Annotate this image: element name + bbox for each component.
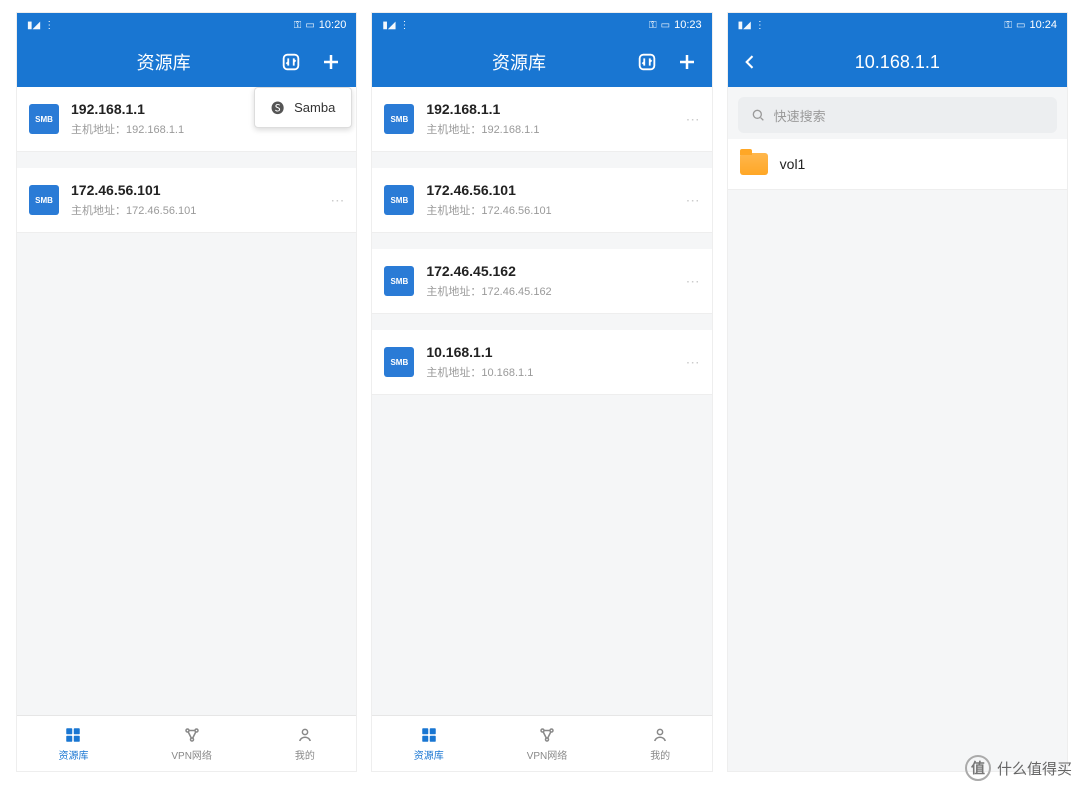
key-icon: ⚿ [649, 20, 657, 31]
watermark-text: 什么值得买 [997, 758, 1072, 779]
server-row[interactable]: SMB 10.168.1.1 主机地址：10.168.1.1 ⋯ [372, 330, 711, 395]
signal-icon: ▮◢ [27, 20, 40, 31]
folder-row[interactable]: vol1 [728, 139, 1067, 190]
content-area: SMB 192.168.1.1 主机地址：192.168.1.1 ⋯ SMB 1… [372, 87, 711, 715]
status-time: 10:20 [319, 19, 347, 31]
more-icon[interactable]: ⋯ [330, 192, 344, 209]
folder-icon [740, 153, 768, 175]
smb-icon: SMB [384, 266, 414, 296]
page-title: 资源库 [408, 49, 629, 75]
app-bar: 10.168.1.1 [728, 37, 1067, 87]
watermark-badge: 值 [965, 755, 991, 781]
add-menu-samba[interactable]: 🅢 Samba [254, 87, 352, 128]
page-title: 10.168.1.1 [764, 52, 1031, 73]
wifi-icon: ⋮ [400, 20, 410, 31]
tab-label: 我的 [295, 747, 315, 762]
server-name: 172.46.56.101 [426, 182, 673, 198]
server-subtitle: 主机地址：172.46.45.162 [426, 283, 673, 299]
search-placeholder: 快速搜索 [774, 106, 826, 125]
phone-screen-3: ▮◢ ⋮ ⚿ ▭ 10:24 10.168.1.1 快速搜索 vol1 [727, 12, 1068, 772]
server-row[interactable]: SMB 172.46.45.162 主机地址：172.46.45.162 ⋯ [372, 249, 711, 314]
server-name: 172.46.45.162 [426, 263, 673, 279]
tab-vpn[interactable]: VPN网络 [171, 726, 212, 762]
server-name: 192.168.1.1 [426, 101, 673, 117]
search-icon [750, 107, 766, 123]
smb-icon: SMB [29, 185, 59, 215]
samba-icon: 🅢 [271, 98, 284, 117]
app-bar: 资源库 [372, 37, 711, 87]
more-icon[interactable]: ⋯ [686, 192, 700, 209]
smb-icon: SMB [384, 347, 414, 377]
tab-label: VPN网络 [527, 747, 568, 762]
bottom-nav: 资源库 VPN网络 我的 [372, 715, 711, 771]
smb-icon: SMB [29, 104, 59, 134]
battery-icon: ▭ [1016, 20, 1025, 31]
content-area: 🅢 Samba SMB 192.168.1.1 主机地址：192.168.1.1… [17, 87, 356, 715]
tab-label: 资源库 [414, 747, 444, 762]
content-area: 快速搜索 vol1 [728, 87, 1067, 771]
bottom-nav: 资源库 VPN网络 我的 [17, 715, 356, 771]
wifi-icon: ⋮ [44, 20, 54, 31]
smb-icon: SMB [384, 104, 414, 134]
tab-library[interactable]: 资源库 [58, 726, 88, 762]
add-icon[interactable] [670, 45, 704, 79]
key-icon: ⚿ [1004, 20, 1012, 31]
battery-icon: ▭ [305, 20, 314, 31]
tab-library[interactable]: 资源库 [414, 726, 444, 762]
status-bar: ▮◢ ⋮ ⚿ ▭ 10:23 [372, 13, 711, 37]
more-icon[interactable]: ⋯ [686, 354, 700, 371]
tab-vpn[interactable]: VPN网络 [527, 726, 568, 762]
tab-mine[interactable]: 我的 [650, 726, 670, 762]
app-bar: 资源库 [17, 37, 356, 87]
status-time: 10:23 [674, 19, 702, 31]
wifi-icon: ⋮ [755, 20, 765, 31]
dropdown-label: Samba [294, 100, 335, 115]
battery-icon: ▭ [661, 20, 670, 31]
phone-screen-1: ▮◢ ⋮ ⚿ ▭ 10:20 资源库 🅢 Samba SMB [16, 12, 357, 772]
server-subtitle: 主机地址：172.46.56.101 [71, 202, 318, 218]
transfer-icon[interactable] [274, 45, 308, 79]
tab-label: VPN网络 [171, 747, 212, 762]
tab-mine[interactable]: 我的 [295, 726, 315, 762]
more-icon[interactable]: ⋯ [686, 111, 700, 128]
folder-name: vol1 [780, 156, 806, 172]
server-subtitle: 主机地址：192.168.1.1 [426, 121, 673, 137]
server-subtitle: 主机地址：10.168.1.1 [426, 364, 673, 380]
back-icon[interactable] [736, 48, 764, 76]
page-title: 资源库 [53, 49, 274, 75]
tab-label: 资源库 [58, 747, 88, 762]
signal-icon: ▮◢ [738, 20, 751, 31]
watermark: 值 什么值得买 [965, 755, 1072, 781]
server-row[interactable]: SMB 192.168.1.1 主机地址：192.168.1.1 ⋯ [372, 87, 711, 152]
add-icon[interactable] [314, 45, 348, 79]
server-row[interactable]: SMB 172.46.56.101 主机地址：172.46.56.101 ⋯ [17, 168, 356, 233]
tab-label: 我的 [650, 747, 670, 762]
transfer-icon[interactable] [630, 45, 664, 79]
key-icon: ⚿ [294, 20, 302, 31]
more-icon[interactable]: ⋯ [686, 273, 700, 290]
server-subtitle: 主机地址：172.46.56.101 [426, 202, 673, 218]
status-time: 10:24 [1029, 19, 1057, 31]
status-bar: ▮◢ ⋮ ⚿ ▭ 10:20 [17, 13, 356, 37]
status-bar: ▮◢ ⋮ ⚿ ▭ 10:24 [728, 13, 1067, 37]
server-name: 172.46.56.101 [71, 182, 318, 198]
phone-screen-2: ▮◢ ⋮ ⚿ ▭ 10:23 资源库 SMB 192.168.1.1 [371, 12, 712, 772]
search-input[interactable]: 快速搜索 [738, 97, 1057, 133]
server-list: SMB 192.168.1.1 主机地址：192.168.1.1 ⋯ SMB 1… [372, 87, 711, 395]
server-row[interactable]: SMB 172.46.56.101 主机地址：172.46.56.101 ⋯ [372, 168, 711, 233]
server-name: 10.168.1.1 [426, 344, 673, 360]
smb-icon: SMB [384, 185, 414, 215]
signal-icon: ▮◢ [382, 20, 395, 31]
